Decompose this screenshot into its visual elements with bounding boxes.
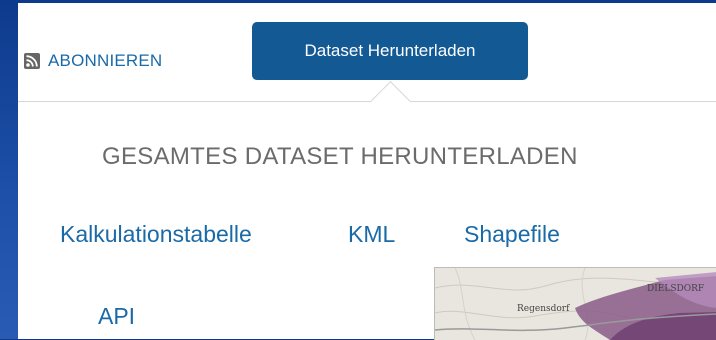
format-link-kml[interactable]: KML [348,221,395,248]
format-link-api[interactable]: API [98,303,135,330]
map-preview[interactable]: Regensdorf DIELSDORF [434,267,716,340]
format-link-shapefile[interactable]: Shapefile [464,221,560,248]
map-label-regensdorf: Regensdorf [517,304,570,314]
dataset-toolbar: ABONNIEREN Dataset Herunterladen [18,3,716,123]
map-preview-image [435,268,716,340]
caret-up-icon [369,80,412,123]
rss-icon [24,53,40,69]
subscribe-label: ABONNIEREN [48,51,163,70]
download-popover: ABONNIEREN Dataset Herunterladen GESAMTE… [18,3,716,340]
download-dataset-button[interactable]: Dataset Herunterladen [252,22,528,80]
subscribe-link[interactable]: ABONNIEREN [24,51,162,71]
toolbar-divider [18,101,716,102]
map-label-dielsdorf: DIELSDORF [647,284,705,294]
format-link-spreadsheet[interactable]: Kalkulationstabelle [60,221,252,248]
download-section-title: GESAMTES DATASET HERUNTERLADEN [102,143,578,170]
